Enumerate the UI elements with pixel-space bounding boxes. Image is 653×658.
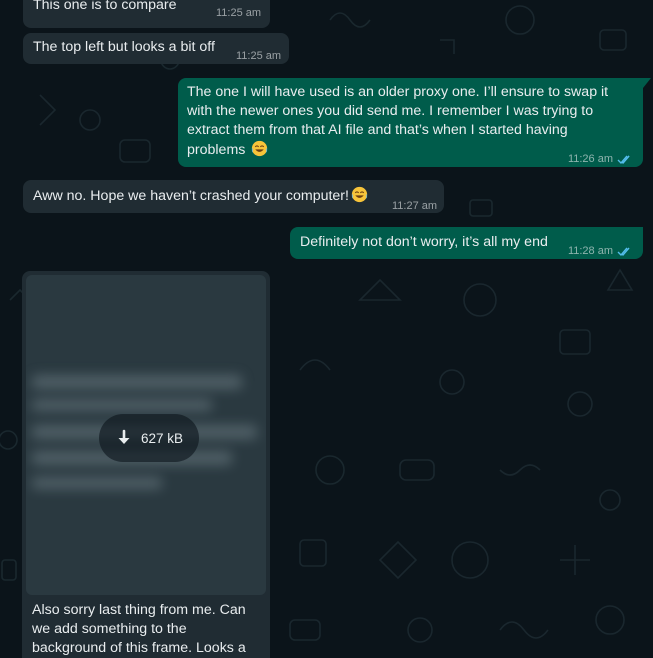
download-size: 627 kB xyxy=(140,430,184,446)
message-text: This one is to compare xyxy=(33,0,177,13)
message-incoming[interactable]: This one is to compare 11:25 am xyxy=(23,0,270,28)
blurred-content xyxy=(32,399,212,411)
message-meta: 11:27 am xyxy=(392,197,437,216)
blurred-content xyxy=(32,477,162,489)
message-time: 11:25 am xyxy=(216,7,262,19)
message-meta: 11:28 am xyxy=(568,242,633,261)
message-time: 11:28 am xyxy=(567,245,613,257)
bubble-tail xyxy=(643,78,651,88)
blurred-content xyxy=(32,375,242,389)
message-incoming-image[interactable]: 627 kB Also sorry last thing from me. Ca… xyxy=(22,271,270,658)
face-with-tears-of-joy-icon xyxy=(351,186,368,203)
message-incoming[interactable]: Aww no. Hope we haven’t crashed your com… xyxy=(23,180,444,213)
message-meta: 11:26 am xyxy=(568,150,633,169)
message-meta: 11:25 am xyxy=(236,47,281,66)
double-check-icon xyxy=(617,247,630,257)
message-text: Aww no. Hope we haven’t crashed your com… xyxy=(33,188,349,204)
message-time: 11:25 am xyxy=(236,50,282,62)
blurred-image-preview[interactable]: 627 kB xyxy=(26,275,266,595)
message-meta: 11:25 am xyxy=(216,4,261,23)
message-body: The one I will have used is an older pro… xyxy=(187,83,627,160)
download-button[interactable]: 627 kB xyxy=(99,414,199,462)
message-outgoing[interactable]: The one I will have used is an older pro… xyxy=(178,78,651,169)
message-time: 11:27 am xyxy=(392,200,438,212)
message-time: 11:26 am xyxy=(567,153,613,165)
message-text: The top left but looks a bit off xyxy=(33,39,215,55)
face-with-tears-of-joy-icon xyxy=(252,140,268,157)
message-outgoing[interactable]: Definitely not don’t worry, it’s all my … xyxy=(290,227,643,259)
image-caption: Also sorry last thing from me. Can we ad… xyxy=(32,602,250,656)
message-text: Definitely not don’t worry, it’s all my … xyxy=(300,234,548,250)
message-body: Aww no. Hope we haven’t crashed your com… xyxy=(33,186,368,206)
download-arrow-icon xyxy=(118,429,130,444)
double-check-icon xyxy=(617,155,630,165)
message-incoming[interactable]: The top left but looks a bit off 11:25 a… xyxy=(23,33,289,64)
